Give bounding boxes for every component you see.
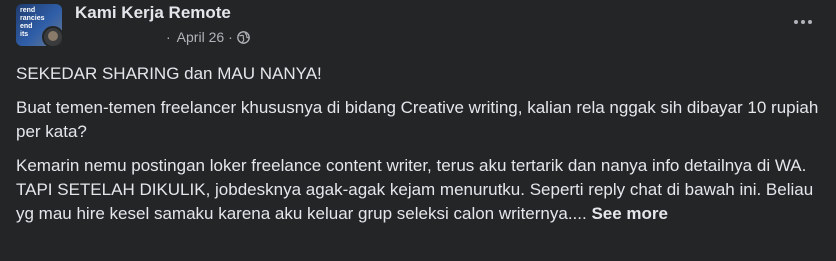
post-paragraph-with-see-more: Kemarin nemu postingan loker freelance c… (16, 154, 822, 226)
post-card: rend rancies end its Kami Kerja Remote ·… (0, 0, 836, 261)
post-body: SEKEDAR SHARING dan MAU NANYA! Buat teme… (16, 62, 822, 236)
post-meta: · April 26 · (166, 29, 250, 45)
meta-separator: · (228, 29, 233, 45)
avatar-text: rend rancies end its (20, 7, 45, 38)
post-date-link[interactable]: April 26 (177, 29, 224, 45)
see-more-link[interactable]: See more (591, 204, 668, 223)
globe-icon (236, 30, 250, 44)
post-paragraph: Buat temen-temen freelancer khususnya di… (16, 98, 819, 141)
author-avatar[interactable] (42, 26, 62, 46)
more-horizontal-icon (794, 20, 812, 24)
post-paragraph-text: Kemarin nemu postingan loker freelance c… (16, 156, 814, 223)
meta-dot: · (166, 29, 171, 45)
more-options-button[interactable] (787, 8, 819, 36)
group-avatar[interactable]: rend rancies end its (16, 4, 62, 46)
group-name-link[interactable]: Kami Kerja Remote (75, 3, 231, 23)
post-paragraph: SEKEDAR SHARING dan MAU NANYA! (16, 64, 322, 83)
